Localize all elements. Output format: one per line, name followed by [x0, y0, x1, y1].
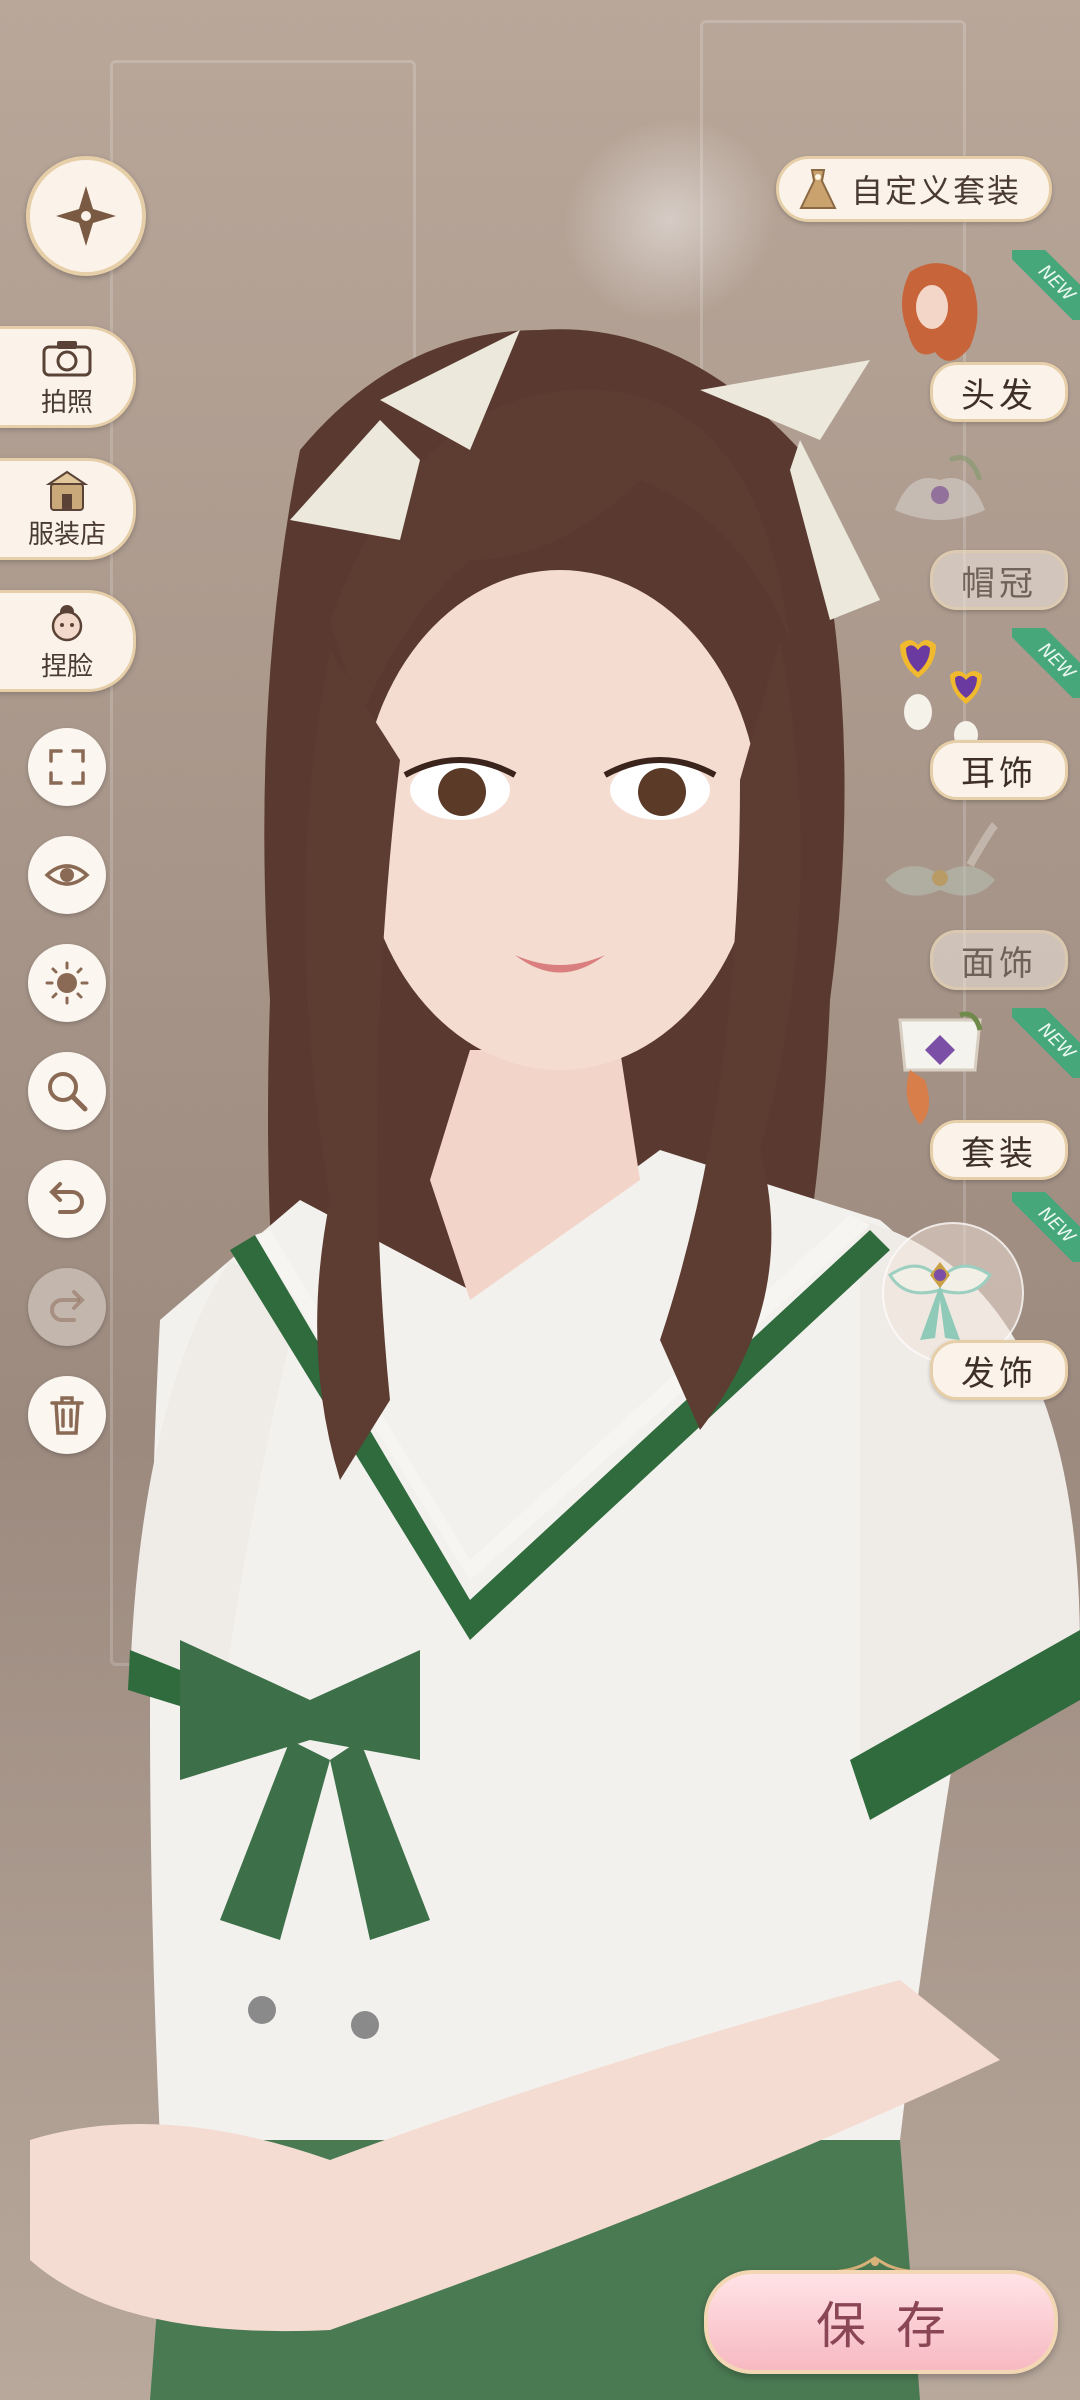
zoom-button[interactable]: [28, 1052, 106, 1130]
redo-button[interactable]: [28, 1268, 106, 1346]
save-button[interactable]: 保存: [704, 2270, 1058, 2374]
hair-accessory-tag: 发饰: [930, 1340, 1068, 1400]
save-label: 保存: [816, 2297, 976, 2355]
clothing-shop-button[interactable]: 服装店: [0, 458, 136, 560]
eye-icon: [44, 864, 90, 886]
crown-tag: 帽冠: [930, 550, 1068, 610]
outfit-new-badge: NEW: [1012, 1008, 1080, 1078]
camera-icon: [42, 340, 92, 376]
outfit-thumbnail: [898, 1011, 983, 1125]
fullscreen-button[interactable]: [28, 728, 106, 806]
hair-new-badge: NEW: [1012, 250, 1080, 320]
custom-outfit-label: 自定义套装: [851, 172, 1022, 210]
custom-outfit-button[interactable]: 自定义套装: [776, 156, 1052, 222]
new-badge-label: NEW: [1012, 1008, 1080, 1078]
earrings-tag: 耳饰: [930, 740, 1068, 800]
face-edit-label: 捏脸: [40, 651, 93, 682]
hair-accessory-new-badge: NEW: [1012, 1192, 1080, 1262]
undo-icon: [49, 1182, 84, 1214]
new-badge-label: NEW: [1012, 628, 1080, 698]
crown-thumbnail: [895, 455, 985, 520]
category-face-accessory[interactable]: 面饰: [870, 820, 1080, 1010]
hair-thumbnail: [901, 263, 978, 361]
photo-label: 拍照: [40, 387, 93, 418]
photo-button[interactable]: 拍照: [0, 326, 136, 428]
hair-accessory-thumbnail: [887, 1262, 993, 1340]
dress-icon: [799, 169, 837, 209]
eye-toggle-button[interactable]: [28, 836, 106, 914]
face-icon: [51, 604, 83, 641]
earrings-new-badge: NEW: [1012, 628, 1080, 698]
fullscreen-icon: [49, 749, 85, 785]
undo-button[interactable]: [28, 1160, 106, 1238]
compass-back-icon: [56, 186, 116, 246]
redo-icon: [50, 1290, 85, 1322]
lighting-icon: [45, 961, 89, 1005]
zoom-icon: [48, 1072, 88, 1112]
back-button[interactable]: [26, 156, 146, 276]
mask-thumbnail: [885, 822, 999, 896]
shop-icon: [45, 470, 89, 511]
category-crown[interactable]: 帽冠: [870, 440, 1080, 630]
delete-button[interactable]: [28, 1376, 106, 1454]
new-badge-label: NEW: [1012, 250, 1080, 320]
clothing-shop-label: 服装店: [27, 519, 106, 550]
face-accessory-tag: 面饰: [930, 930, 1068, 990]
lighting-button[interactable]: [28, 944, 106, 1022]
hair-tag: 头发: [930, 362, 1068, 422]
earrings-thumbnail: [900, 640, 982, 749]
outfit-tag: 套装: [930, 1120, 1068, 1180]
new-badge-label: NEW: [1012, 1192, 1080, 1262]
face-edit-button[interactable]: 捏脸: [0, 590, 136, 692]
trash-icon: [50, 1396, 84, 1435]
